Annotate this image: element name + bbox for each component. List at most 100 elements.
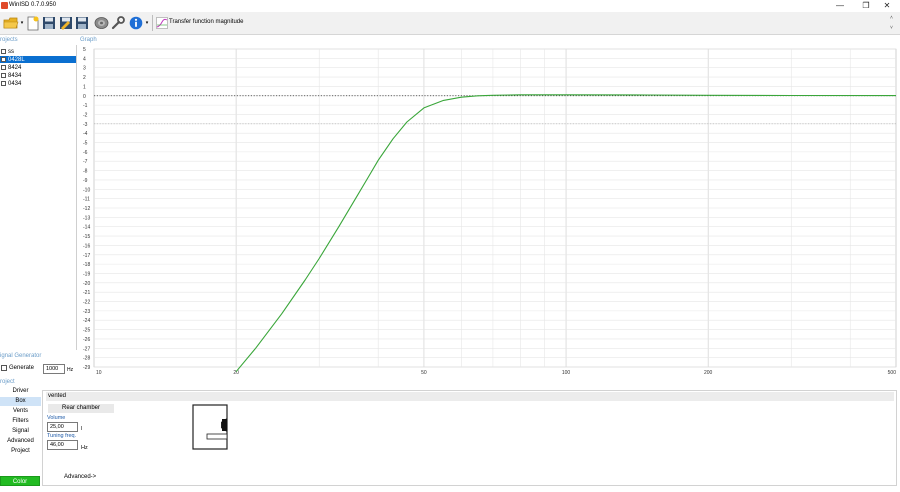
app-icon bbox=[1, 2, 8, 9]
volume-input[interactable]: 25,00 bbox=[47, 422, 78, 432]
tuning-frequency-label: Tuning freq. bbox=[47, 433, 77, 439]
toolbar-separator bbox=[152, 15, 153, 31]
box-settings-panel bbox=[42, 390, 897, 486]
x-tick-label: 200 bbox=[704, 370, 713, 375]
y-tick-label: 2 bbox=[83, 75, 86, 81]
save-as-icon bbox=[60, 17, 72, 30]
save-all-button[interactable] bbox=[74, 14, 90, 32]
volume-label: Volume bbox=[47, 415, 66, 421]
x-tick-label: 50 bbox=[421, 370, 427, 375]
minimize-button[interactable]: — bbox=[826, 0, 854, 12]
y-tick-label: -23 bbox=[83, 309, 90, 315]
generate-checkbox[interactable] bbox=[1, 365, 7, 371]
nav-advanced[interactable]: Advanced bbox=[0, 437, 41, 446]
y-tick-label: -7 bbox=[83, 159, 88, 165]
y-tick-label: -24 bbox=[83, 318, 90, 324]
y-tick-label: -13 bbox=[83, 215, 90, 221]
y-tick-label: -11 bbox=[83, 197, 90, 203]
project-item-4[interactable]: 0434 bbox=[0, 80, 76, 87]
y-tick-label: 3 bbox=[83, 66, 86, 72]
project-checkbox-4[interactable] bbox=[1, 81, 6, 86]
driver-icon bbox=[94, 17, 108, 29]
y-tick-label: -20 bbox=[83, 281, 90, 287]
project-item-0[interactable]: ss bbox=[0, 48, 76, 55]
advanced-link[interactable]: Advanced-> bbox=[64, 474, 96, 480]
generator-frequency-input[interactable]: 1000 bbox=[43, 364, 65, 374]
project-checkbox-3[interactable] bbox=[1, 73, 6, 78]
close-button[interactable]: ✕ bbox=[873, 0, 900, 12]
tuning-frequency-unit: Hz bbox=[81, 445, 88, 451]
y-tick-label: -12 bbox=[83, 206, 90, 212]
save-button[interactable] bbox=[41, 14, 57, 32]
y-tick-label: -5 bbox=[83, 141, 88, 147]
y-tick-label: -26 bbox=[83, 337, 90, 343]
y-tick-label: -4 bbox=[83, 131, 88, 137]
rear-chamber-tab[interactable]: Rear chamber bbox=[48, 404, 114, 413]
project-label-4: 0434 bbox=[8, 80, 22, 87]
y-tick-label: -2 bbox=[83, 112, 88, 118]
generator-frequency-unit: Hz bbox=[67, 367, 74, 373]
y-tick-label: -22 bbox=[83, 300, 90, 306]
y-tick-label: -18 bbox=[83, 262, 90, 268]
project-checkbox-1[interactable] bbox=[1, 57, 6, 62]
title-bar bbox=[0, 0, 900, 12]
nav-project[interactable]: Project bbox=[0, 447, 41, 456]
save-icon bbox=[43, 17, 55, 29]
projects-section-label: rojects bbox=[0, 37, 18, 43]
toolbar-scroll-up[interactable]: ˄ bbox=[890, 15, 893, 21]
y-tick-label: -1 bbox=[83, 103, 88, 109]
project-nav: Driver Box Vents Filters Signal Advanced… bbox=[0, 387, 41, 467]
color-button[interactable]: Color bbox=[0, 476, 40, 486]
y-tick-label: -10 bbox=[83, 187, 90, 193]
project-checkbox-2[interactable] bbox=[1, 65, 6, 70]
vented-box-diagram bbox=[192, 404, 228, 450]
nav-box[interactable]: Box bbox=[0, 397, 41, 406]
y-tick-label: 4 bbox=[83, 56, 86, 62]
generate-label: Generate bbox=[9, 365, 35, 371]
signal-generator-section-label: ignal Generator bbox=[0, 353, 42, 359]
project-checkbox-0[interactable] bbox=[1, 49, 6, 54]
project-item-2[interactable]: 8424 bbox=[0, 64, 76, 71]
nav-filters[interactable]: Filters bbox=[0, 417, 41, 426]
driver-editor-button[interactable] bbox=[93, 14, 109, 32]
y-tick-label: -17 bbox=[83, 253, 90, 259]
y-tick-label: -28 bbox=[83, 356, 90, 362]
project-label-2: 8424 bbox=[8, 64, 22, 71]
graph-section-label: Graph bbox=[80, 37, 97, 43]
graph-type-label[interactable]: Transfer function magnitude bbox=[169, 19, 243, 25]
nav-driver[interactable]: Driver bbox=[0, 387, 41, 396]
transfer-function-chart[interactable]: 543210-1-2-3-4-5-6-7-8-9-10-11-12-13-14-… bbox=[79, 45, 900, 376]
project-label-3: 8434 bbox=[8, 72, 22, 79]
info-dropdown-arrow[interactable]: ▾ bbox=[144, 14, 150, 32]
y-tick-label: -21 bbox=[83, 290, 90, 296]
y-tick-label: 0 bbox=[83, 94, 86, 100]
y-tick-label: -14 bbox=[83, 225, 90, 231]
y-tick-label: -15 bbox=[83, 234, 90, 240]
save-as-button[interactable] bbox=[58, 14, 74, 32]
tools-button[interactable] bbox=[110, 14, 126, 32]
nav-signal[interactable]: Signal bbox=[0, 427, 41, 436]
y-tick-label: -8 bbox=[83, 169, 88, 175]
project-item-1[interactable]: 0428L bbox=[0, 56, 76, 63]
info-button[interactable] bbox=[128, 14, 144, 32]
tuning-frequency-input[interactable]: 46,00 bbox=[47, 440, 78, 450]
box-type-selector[interactable]: vented bbox=[46, 392, 894, 401]
toolbar-scroll-down[interactable]: ˅ bbox=[890, 25, 893, 31]
projects-list[interactable]: ss 0428L 8424 8434 0434 bbox=[0, 45, 77, 350]
x-tick-label: 100 bbox=[562, 370, 571, 375]
transfer-function-icon bbox=[156, 17, 168, 29]
open-project-button[interactable] bbox=[2, 14, 20, 32]
y-tick-label: -9 bbox=[83, 178, 88, 184]
new-document-icon bbox=[27, 16, 39, 30]
info-icon bbox=[129, 16, 143, 30]
graph-panel[interactable]: 5 4 3 2 1 0 -1 -2 -3 -4 -5 -6 -7 -8 -9 -10 -11 -12 -13 -14-… bbox=[79, 45, 900, 376]
project-item-3[interactable]: 8434 bbox=[0, 72, 76, 79]
y-tick-label: -27 bbox=[83, 346, 90, 352]
save-all-icon bbox=[76, 17, 88, 29]
y-tick-label: 1 bbox=[83, 84, 86, 90]
new-project-button[interactable] bbox=[25, 14, 41, 32]
nav-vents[interactable]: Vents bbox=[0, 407, 41, 416]
y-tick-label: -19 bbox=[83, 271, 90, 277]
graph-type-button[interactable] bbox=[155, 14, 169, 32]
volume-unit: l bbox=[81, 426, 83, 432]
